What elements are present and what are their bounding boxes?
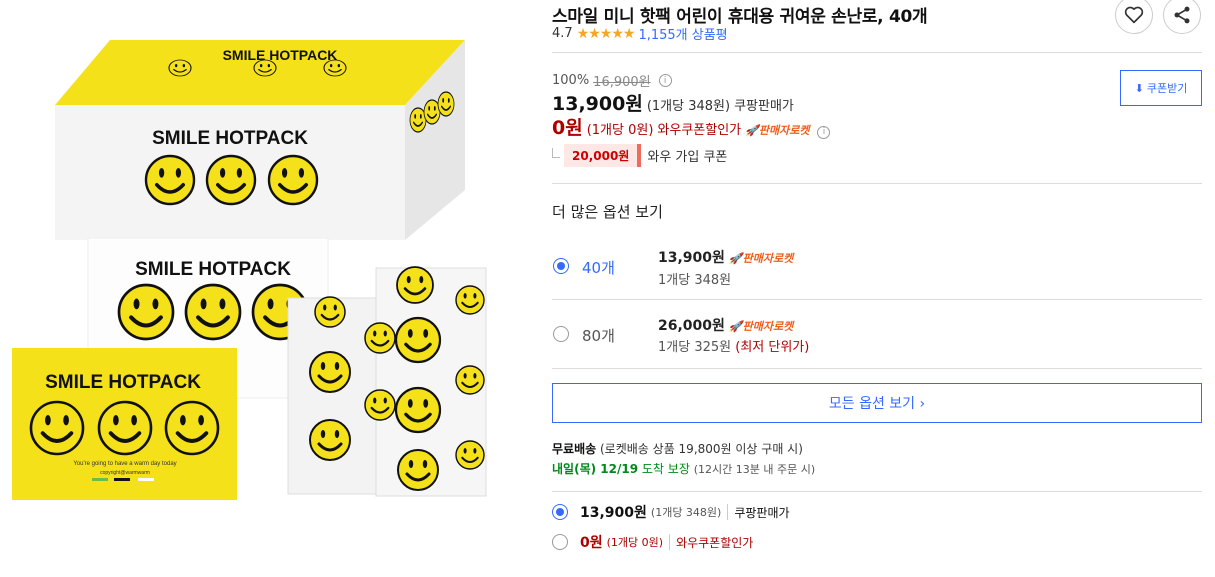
arrival-date: 내일(목) 12/19	[552, 462, 639, 476]
seller-rocket-label: 판매자로켓	[758, 124, 810, 137]
wow-join-coupon-row: 20,000원 와우 가입 쿠폰	[552, 144, 727, 167]
star-rating-icon: ★★★★★	[576, 25, 636, 42]
wow-price-label: 와우쿠폰할인가	[657, 123, 742, 138]
pouch-copyright: copyright@warmwarm	[100, 470, 150, 476]
sale-price: 13,900원	[552, 93, 643, 115]
corner-line-icon	[552, 147, 560, 158]
purchase-label: 쿠팡판매가	[734, 505, 790, 520]
arrival-note: (12시간 13분 내 주문 시)	[693, 463, 816, 476]
option-unit-price: 1개당 325원	[658, 340, 732, 355]
free-shipping-label: 무료배송	[552, 442, 597, 456]
join-coupon-amount: 20,000원	[564, 144, 642, 167]
rocket-icon: 🚀	[728, 252, 743, 265]
option-radio[interactable]	[553, 326, 569, 342]
more-options-heading: 더 많은 옵션 보기	[552, 203, 663, 221]
purchase-price: 0원	[580, 535, 603, 551]
free-shipping-detail: (로켓배송 상품 19,800원 이상 구매 시)	[600, 442, 803, 456]
option-radio[interactable]	[553, 258, 569, 274]
option-price-row: 26,000원 🚀판매자로켓	[658, 315, 793, 335]
purchase-option-coupang[interactable]: 13,900원 (1개당 348원) 쿠팡판매가	[552, 501, 790, 523]
coupon-button-label: 쿠폰받기	[1146, 82, 1188, 95]
join-coupon-label: 와우 가입 쿠폰	[647, 150, 728, 165]
option-40[interactable]: 40개 13,900원 🚀판매자로켓 1개당 348원	[552, 233, 1202, 299]
sale-unit-price: (1개당 348원)	[646, 99, 731, 114]
free-shipping-row: 무료배송 (로켓배송 상품 19,800원 이상 구매 시)	[552, 440, 803, 457]
coupon-download-button[interactable]: ⬇ 쿠폰받기	[1120, 70, 1202, 106]
original-price: 16,900원	[593, 75, 651, 90]
sale-price-row: 13,900원 (1개당 348원) 쿠팡판매가	[552, 89, 794, 116]
arrival-guarantee: 도착 보장	[641, 462, 690, 476]
seller-rocket-badge: 🚀판매자로켓	[729, 318, 793, 334]
card-text: SMILE HOTPACK	[135, 259, 291, 280]
rating-row: 4.7 ★★★★★ 1,155개 상품평	[552, 24, 728, 44]
divider	[552, 183, 1202, 184]
option-price: 26,000원	[658, 318, 725, 334]
sale-price-label: 쿠팡판매가	[734, 99, 794, 114]
discount-row: 100% 16,900원 i	[552, 71, 672, 90]
review-count-link[interactable]: 1,155개 상품평	[638, 24, 727, 43]
option-unit-price-row: 1개당 325원 (최저 단위가)	[658, 336, 809, 355]
option-80[interactable]: 80개 26,000원 🚀판매자로켓 1개당 325원 (최저 단위가)	[552, 301, 1202, 367]
purchase-unit: (1개당 0원)	[607, 534, 671, 550]
wow-price: 0원	[552, 117, 583, 139]
wow-price-row: 0원 (1개당 0원) 와우쿠폰할인가 🚀판매자로켓 i	[552, 113, 831, 140]
view-all-options-button[interactable]: 모든 옵션 보기 ›	[552, 383, 1202, 423]
heart-icon	[1124, 6, 1144, 24]
pouch-tagline: You're going to have a warm day today	[73, 461, 176, 467]
box-top-text: SMILE HOTPACK	[223, 47, 338, 63]
option-name: 40개	[582, 259, 615, 277]
purchase-radio[interactable]	[552, 504, 568, 520]
lowest-unit-note: (최저 단위가)	[735, 340, 810, 355]
wow-unit-price: (1개당 0원)	[586, 123, 654, 138]
purchase-option-wow[interactable]: 0원 (1개당 0원) 와우쿠폰할인가	[552, 531, 753, 553]
download-icon: ⬇	[1134, 81, 1144, 95]
seller-rocket-badge: 🚀판매자로켓	[745, 122, 809, 138]
arrival-row: 내일(목) 12/19 도착 보장 (12시간 13분 내 주문 시)	[552, 460, 815, 477]
divider	[552, 52, 1202, 53]
hotpack-illustration: SMILE HOTPACK SMILE HOTPACK SMILE HOTPAC…	[12, 40, 487, 500]
product-info-panel: 스마일 미니 핫팩 어린이 휴대용 귀여운 손난로, 40개 4.7 ★★★★★…	[552, 0, 1202, 577]
option-price-row: 13,900원 🚀판매자로켓	[658, 247, 793, 267]
seller-rocket-label: 판매자로켓	[742, 320, 794, 333]
seller-rocket-label: 판매자로켓	[742, 252, 794, 265]
option-price: 13,900원	[658, 250, 725, 266]
rocket-icon: 🚀	[728, 320, 743, 333]
option-unit-price: 1개당 348원	[658, 273, 732, 288]
divider	[552, 368, 1202, 369]
purchase-unit: (1개당 348원)	[651, 504, 729, 520]
share-icon	[1174, 6, 1190, 24]
product-image: SMILE HOTPACK SMILE HOTPACK SMILE HOTPAC…	[0, 0, 520, 577]
purchase-price: 13,900원	[580, 505, 647, 521]
purchase-radio[interactable]	[552, 534, 568, 550]
rocket-icon: 🚀	[745, 124, 759, 137]
option-name: 80개	[582, 327, 615, 345]
divider	[552, 491, 1202, 492]
pouch-text: SMILE HOTPACK	[45, 372, 201, 393]
discount-rate: 100%	[552, 73, 590, 88]
box-front-text: SMILE HOTPACK	[152, 128, 308, 149]
share-button[interactable]	[1163, 0, 1201, 34]
info-icon[interactable]: i	[817, 125, 831, 139]
wishlist-button[interactable]	[1115, 0, 1153, 34]
rating-score: 4.7	[552, 26, 573, 41]
info-icon[interactable]: i	[658, 74, 672, 87]
seller-rocket-badge: 🚀판매자로켓	[729, 250, 793, 266]
purchase-label: 와우쿠폰할인가	[676, 535, 754, 550]
divider	[552, 299, 1202, 300]
